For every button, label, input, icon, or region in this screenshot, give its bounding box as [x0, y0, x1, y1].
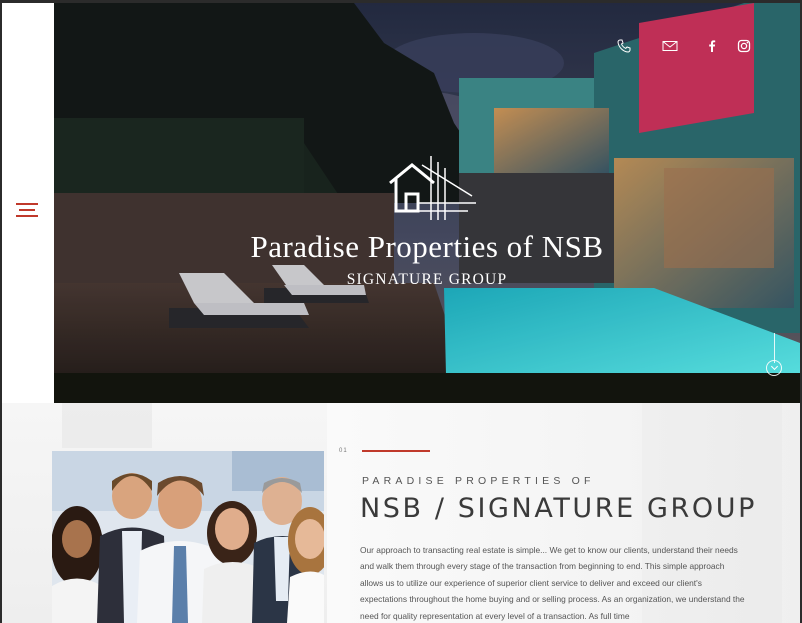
background-architecture: [62, 403, 152, 448]
menu-line: [19, 209, 35, 211]
instagram-icon[interactable]: [737, 39, 755, 57]
team-photo: [52, 451, 324, 623]
section-number: 01: [339, 448, 348, 454]
house-logo-icon: [388, 156, 478, 222]
about-body-text: Our approach to transacting real estate …: [360, 545, 745, 621]
menu-line: [16, 215, 38, 217]
scroll-down-icon[interactable]: [766, 360, 782, 376]
phone-icon[interactable]: [617, 39, 635, 57]
hero-section: Paradise Properties of NSB SIGNATURE GRO…: [54, 3, 800, 403]
section-kicker: Paradise Properties of: [362, 475, 595, 487]
mail-icon[interactable]: [662, 39, 680, 57]
about-section: 01 Paradise Properties of NSB / SIGNATUR…: [2, 403, 800, 623]
social-links: [54, 39, 800, 59]
section-accent-rule: [362, 450, 430, 452]
scroll-indicator-line: [774, 333, 775, 363]
menu-line: [16, 203, 38, 205]
section-headline: NSB / SIGNATURE GROUP: [360, 493, 757, 524]
brand-subtitle: SIGNATURE GROUP: [346, 271, 508, 288]
sidebar: [2, 3, 54, 403]
brand-title: Paradise Properties of NSB: [250, 229, 604, 264]
facebook-icon[interactable]: [705, 39, 723, 57]
hamburger-menu-icon[interactable]: [16, 202, 40, 220]
